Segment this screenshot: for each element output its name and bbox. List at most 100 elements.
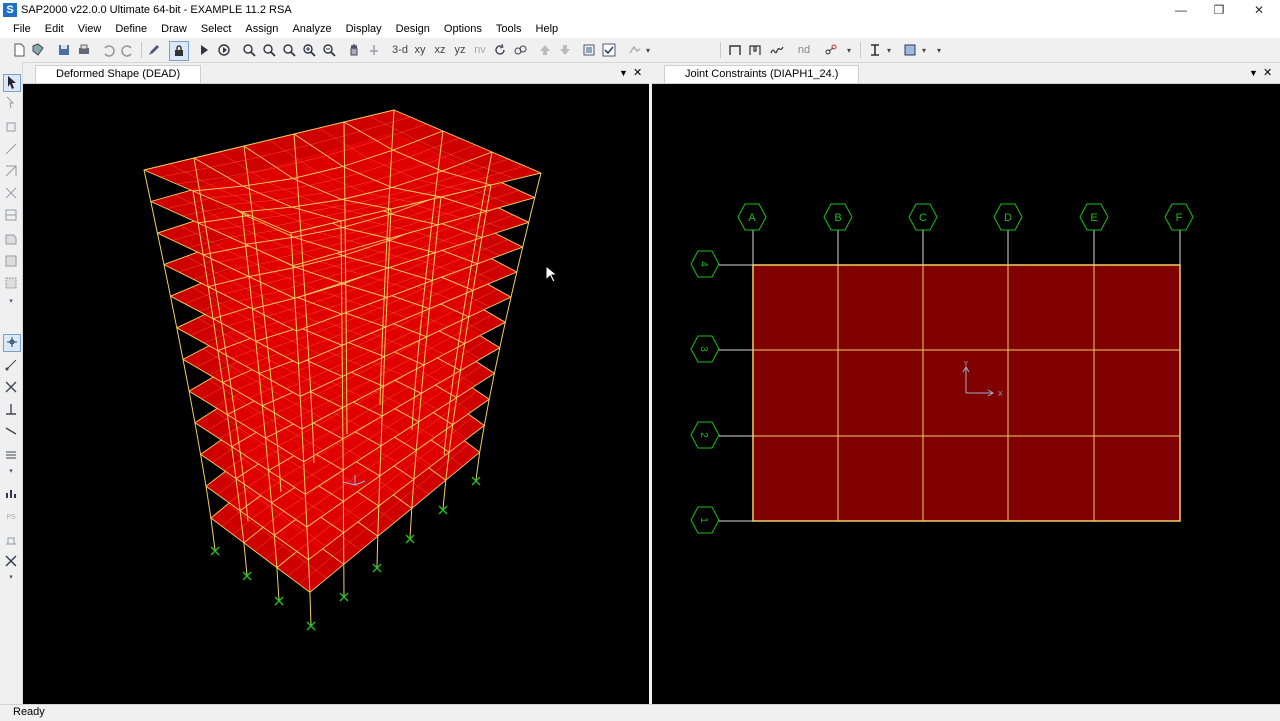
snap-points-icon[interactable] <box>3 334 21 352</box>
refresh-icon[interactable] <box>491 41 509 59</box>
deformed-shape-view[interactable] <box>23 83 649 704</box>
bubble-d[interactable]: D <box>993 203 1023 231</box>
tab-joint-constraints[interactable]: Joint Constraints (DIAPH1_24.) <box>664 65 860 83</box>
menu-select[interactable]: Select <box>194 20 239 38</box>
area-icon[interactable] <box>3 232 19 248</box>
chevron-down-icon[interactable]: ▾ <box>3 570 19 586</box>
check-icon[interactable] <box>600 41 618 59</box>
sections-icon[interactable] <box>3 532 19 548</box>
menu-draw[interactable]: Draw <box>154 20 194 38</box>
ps-icon[interactable]: PS <box>3 510 19 526</box>
chevron-down-icon[interactable]: ▾ <box>934 41 944 59</box>
secondary-icon[interactable] <box>3 208 19 224</box>
sap2000-logo-icon: S <box>3 3 17 17</box>
chevron-down-icon[interactable]: ▾ <box>844 41 854 59</box>
run-icon[interactable] <box>195 41 213 59</box>
zoom-out-icon[interactable] <box>320 41 338 59</box>
area-section-icon[interactable] <box>901 41 919 59</box>
pan-icon[interactable] <box>345 41 363 59</box>
frame-icon[interactable] <box>3 142 19 158</box>
close-icon[interactable]: ✕ <box>1240 0 1278 20</box>
menu-file[interactable]: File <box>6 20 38 38</box>
brace-icon[interactable] <box>3 186 19 202</box>
tab-deformed-shape[interactable]: Deformed Shape (DEAD) <box>35 65 202 83</box>
new-icon[interactable] <box>10 41 28 59</box>
bar-chart-icon[interactable] <box>3 486 19 502</box>
chevron-down-icon[interactable]: ▾ <box>884 41 894 59</box>
bubble-e[interactable]: E <box>1079 203 1109 231</box>
object-shrink-icon[interactable] <box>580 41 598 59</box>
bubble-3[interactable]: 3 <box>690 335 720 363</box>
open-icon[interactable] <box>29 41 47 59</box>
chevron-down-icon[interactable]: ▾ <box>3 464 19 480</box>
quick-frame-icon[interactable] <box>3 164 19 180</box>
undo-icon[interactable] <box>99 41 117 59</box>
snap-perpendicular-icon[interactable] <box>3 402 19 418</box>
menu-design[interactable]: Design <box>389 20 437 38</box>
chevron-down-icon[interactable]: ▾ <box>919 41 929 59</box>
minimize-icon[interactable]: — <box>1162 0 1200 20</box>
bubble-2[interactable]: 2 <box>690 421 720 449</box>
bubble-4[interactable]: 4 <box>690 250 720 278</box>
moment-diagram-icon[interactable] <box>766 41 788 59</box>
bubble-f[interactable]: F <box>1164 203 1194 231</box>
nd-button[interactable]: nd <box>795 41 813 59</box>
up-icon[interactable] <box>536 41 554 59</box>
zoom-in-step-icon[interactable] <box>300 41 318 59</box>
section-icon[interactable] <box>866 41 884 59</box>
bubble-b[interactable]: B <box>823 203 853 231</box>
chevron-down-icon[interactable]: ▾ <box>3 294 19 310</box>
menu-view[interactable]: View <box>71 20 109 38</box>
view-xz-button[interactable]: xz <box>431 41 449 59</box>
view-xy-button[interactable]: xy <box>411 41 429 59</box>
menu-define[interactable]: Define <box>108 20 154 38</box>
perspective-icon[interactable] <box>511 41 529 59</box>
link-icon[interactable] <box>820 41 842 59</box>
snap-ends-icon[interactable] <box>3 358 19 374</box>
reshape-icon[interactable] <box>3 96 19 112</box>
down-icon[interactable] <box>556 41 574 59</box>
print-icon[interactable] <box>75 41 93 59</box>
pencil-icon[interactable] <box>145 41 163 59</box>
quick-area-icon[interactable] <box>3 276 19 292</box>
chevron-down-icon[interactable]: ▼ <box>1249 65 1258 82</box>
menu-edit[interactable]: Edit <box>38 20 71 38</box>
plan-view[interactable]: A B C D E F 4 3 2 1 Y X <box>652 83 1280 704</box>
restore-icon[interactable]: ❐ <box>1200 0 1238 20</box>
save-icon[interactable] <box>55 41 73 59</box>
run-options-icon[interactable] <box>215 41 233 59</box>
rotate-icon[interactable] <box>365 41 383 59</box>
bubble-1[interactable]: 1 <box>690 506 720 534</box>
snap-lines-icon[interactable] <box>3 424 19 440</box>
rect-area-icon[interactable] <box>3 254 19 270</box>
close-icon[interactable]: ✕ <box>633 65 642 82</box>
zoom-in-icon[interactable] <box>280 41 298 59</box>
zoom-window-icon[interactable] <box>240 41 258 59</box>
snap-intersections-icon[interactable] <box>3 380 19 396</box>
bubble-c[interactable]: C <box>908 203 938 231</box>
redo-icon[interactable] <box>119 41 137 59</box>
frame-draw-icon[interactable] <box>726 41 744 59</box>
menu-display[interactable]: Display <box>339 20 389 38</box>
chevron-down-icon[interactable]: ▼ <box>619 65 628 82</box>
menu-analyze[interactable]: Analyze <box>285 20 338 38</box>
snap-grid-icon[interactable] <box>3 448 19 464</box>
grid-label-d: D <box>1004 212 1012 224</box>
chevron-down-icon[interactable]: ▾ <box>642 41 654 59</box>
joint-icon[interactable] <box>3 120 19 136</box>
menu-assign[interactable]: Assign <box>238 20 285 38</box>
fiber-icon[interactable] <box>3 554 19 570</box>
zoom-restore-icon[interactable] <box>260 41 278 59</box>
frame-portal-icon[interactable] <box>746 41 764 59</box>
menu-bar: File Edit View Define Draw Select Assign… <box>0 20 1280 38</box>
bubble-a[interactable]: A <box>737 203 767 231</box>
view-nv-button[interactable]: nv <box>471 41 489 59</box>
lock-icon[interactable] <box>169 41 189 61</box>
menu-help[interactable]: Help <box>529 20 566 38</box>
pointer-icon[interactable] <box>3 74 21 92</box>
menu-options[interactable]: Options <box>437 20 489 38</box>
menu-tools[interactable]: Tools <box>489 20 529 38</box>
close-icon[interactable]: ✕ <box>1263 65 1272 82</box>
view-3d-button[interactable]: 3-d <box>390 41 410 59</box>
view-yz-button[interactable]: yz <box>451 41 469 59</box>
